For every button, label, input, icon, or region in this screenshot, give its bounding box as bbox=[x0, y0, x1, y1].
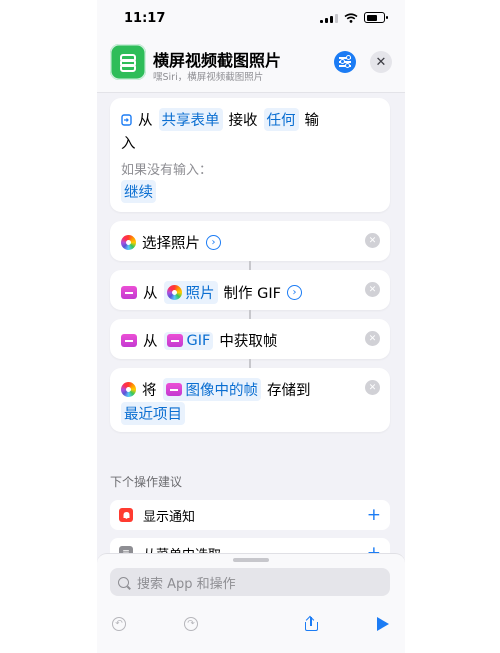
close-button[interactable]: ✕ bbox=[370, 51, 392, 73]
gif-variable-label: GIF bbox=[186, 332, 211, 349]
remove-action-button[interactable]: ✕ bbox=[365, 380, 380, 395]
share-icon bbox=[304, 615, 318, 631]
receive-verb-text: 接收 bbox=[228, 113, 258, 129]
shortcut-header: 横屏视频截图照片 嘿Siri，横屏视频截图照片 ✕ bbox=[97, 34, 405, 93]
settings-button[interactable] bbox=[334, 51, 356, 73]
run-button[interactable] bbox=[373, 614, 393, 634]
make-gif-verb: 制作 GIF bbox=[223, 286, 281, 302]
expand-chevron-icon[interactable]: › bbox=[206, 235, 221, 250]
suggestion-show-notification[interactable]: 显示通知 + bbox=[110, 500, 390, 530]
photos-icon bbox=[121, 382, 136, 397]
source-share-sheet-token[interactable]: 共享表单 bbox=[158, 108, 223, 131]
album-token[interactable]: 最近项目 bbox=[121, 402, 185, 425]
remove-action-button[interactable]: ✕ bbox=[365, 331, 380, 346]
action-save-to-album[interactable]: 将 图像中的帧 存储到 最近项目 ✕ bbox=[110, 368, 390, 432]
search-icon bbox=[118, 576, 129, 588]
input-text-part2: 入 bbox=[121, 136, 136, 152]
search-placeholder: 搜索 App 和操作 bbox=[137, 576, 236, 592]
input-type-token[interactable]: 任何 bbox=[263, 108, 299, 131]
redo-icon: ↷ bbox=[184, 617, 198, 631]
gif-variable-token[interactable]: GIF bbox=[163, 331, 214, 350]
suggestions-title: 下个操作建议 bbox=[110, 475, 183, 489]
status-bar: 11:17 bbox=[97, 0, 405, 34]
undo-icon: ↶ bbox=[112, 617, 126, 631]
editor-toolbar: ↶ ↷ bbox=[97, 610, 405, 640]
action-select-photos[interactable]: 选择照片 › ✕ bbox=[110, 221, 390, 261]
make-gif-from-text: 从 bbox=[143, 286, 158, 302]
sheet-grabber[interactable] bbox=[233, 558, 269, 562]
undo-button[interactable]: ↶ bbox=[109, 614, 129, 634]
share-button[interactable] bbox=[301, 614, 321, 634]
photos-icon bbox=[121, 235, 136, 250]
layers-icon bbox=[119, 53, 137, 72]
action-connector bbox=[249, 359, 251, 368]
no-input-behavior-token[interactable]: 继续 bbox=[121, 180, 156, 203]
input-text-part1: 输 bbox=[304, 113, 320, 129]
receive-from-text: 从 bbox=[138, 113, 153, 129]
gif-icon bbox=[165, 383, 182, 396]
get-frames-from-text: 从 bbox=[143, 334, 158, 350]
frames-variable-label: 图像中的帧 bbox=[185, 383, 259, 399]
expand-chevron-icon[interactable]: › bbox=[286, 285, 302, 300]
gif-icon bbox=[121, 334, 137, 347]
close-icon: ✕ bbox=[375, 54, 387, 70]
no-input-label: 如果没有输入： bbox=[121, 163, 213, 178]
action-get-frames[interactable]: 从 GIF 中获取帧 ✕ bbox=[110, 319, 390, 359]
add-icon[interactable]: + bbox=[367, 505, 381, 525]
shortcuts-app-icon[interactable] bbox=[110, 44, 146, 80]
wifi-icon bbox=[344, 12, 358, 23]
action-connector bbox=[249, 310, 251, 319]
bell-icon bbox=[119, 508, 133, 522]
shortcut-siri-phrase: 嘿Siri，横屏视频截图照片 bbox=[153, 72, 264, 83]
search-field[interactable]: 搜索 App 和操作 bbox=[110, 568, 390, 596]
action-receive-input[interactable]: 从 共享表单 接收 任何 输 入 如果没有输入： 继续 bbox=[110, 98, 390, 212]
save-to-text: 存储到 bbox=[267, 383, 311, 399]
cellular-signal-icon bbox=[320, 13, 338, 23]
frames-variable-token[interactable]: 图像中的帧 bbox=[162, 378, 261, 401]
gif-icon bbox=[121, 286, 137, 299]
sliders-icon bbox=[334, 51, 356, 73]
get-frames-verb: 中获取帧 bbox=[219, 334, 278, 350]
shortcut-editor-screen: 11:17 横屏视频截图照片 嘿Siri，横屏视频截图照片 ✕ 从 共享表单 接… bbox=[97, 0, 405, 653]
suggestion-label: 显示通知 bbox=[143, 509, 196, 525]
action-make-gif[interactable]: 从 照片 制作 GIF › ✕ bbox=[110, 270, 390, 310]
select-photos-label: 选择照片 bbox=[142, 236, 200, 252]
photos-variable-token[interactable]: 照片 bbox=[163, 281, 218, 304]
photos-icon bbox=[166, 285, 182, 300]
status-time: 11:17 bbox=[124, 11, 166, 26]
save-verb-text: 将 bbox=[142, 383, 157, 399]
redo-button[interactable]: ↷ bbox=[181, 614, 201, 634]
remove-action-button[interactable]: ✕ bbox=[365, 233, 380, 248]
gif-icon bbox=[166, 334, 183, 347]
shortcut-title[interactable]: 横屏视频截图照片 bbox=[153, 47, 281, 71]
photos-variable-label: 照片 bbox=[185, 286, 215, 302]
remove-action-button[interactable]: ✕ bbox=[365, 282, 380, 297]
battery-icon bbox=[364, 12, 388, 23]
share-sheet-icon bbox=[121, 113, 132, 126]
play-icon bbox=[377, 617, 389, 631]
action-search-sheet: 搜索 App 和操作 ↶ ↷ bbox=[97, 553, 405, 653]
action-connector bbox=[249, 261, 251, 270]
